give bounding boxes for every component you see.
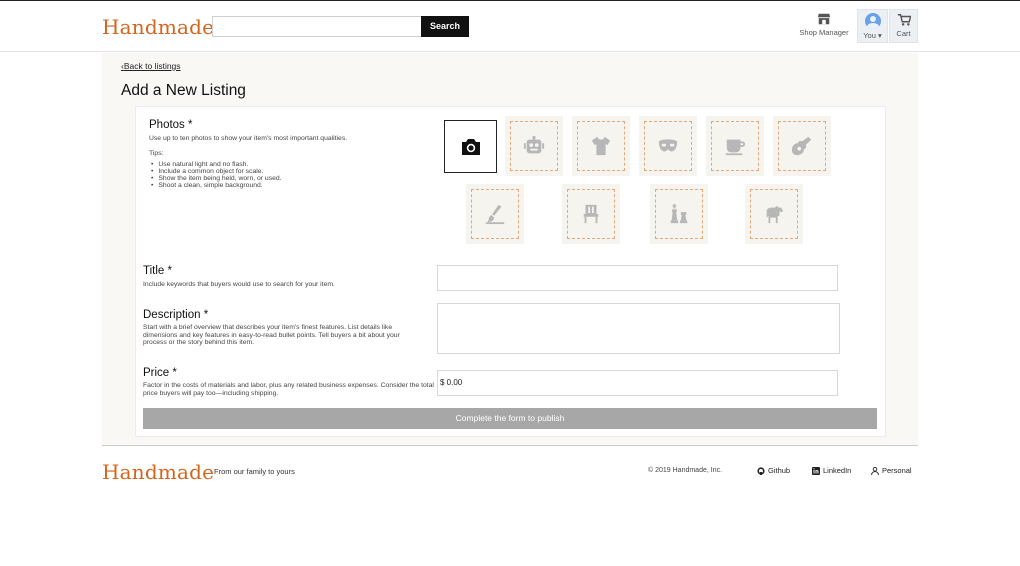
publish-button[interactable]: Complete the form to publish: [143, 408, 877, 429]
avatar: [864, 13, 881, 29]
tip-item: Shoot a clean, simple background.: [151, 182, 282, 189]
price-label: Price *: [143, 367, 177, 379]
price-value: $ 0.00: [440, 378, 463, 387]
robot-icon: [523, 135, 545, 154]
horse-icon: [766, 205, 784, 224]
cart-icon: [897, 14, 911, 26]
description-textarea[interactable]: [437, 303, 840, 354]
linkedin-link[interactable]: LinkedIn: [812, 466, 851, 475]
description-label: Description *: [143, 309, 209, 321]
chess-icon: [670, 203, 688, 224]
photo-slot[interactable]: [562, 184, 620, 244]
chair-icon: [583, 204, 599, 224]
photos-title: Photos *: [149, 119, 193, 131]
cart-label: Cart: [896, 29, 911, 38]
tip-item: Use natural light and no flash.: [151, 161, 282, 168]
photo-slot[interactable]: [773, 116, 831, 176]
description-help: Start with a brief overview that describ…: [143, 324, 400, 346]
linkedin-icon: [812, 466, 820, 475]
github-link-label: Github: [768, 466, 791, 475]
site-logo[interactable]: Handmade: [102, 15, 214, 39]
personal-link-label: Personal: [882, 466, 912, 475]
photo-slot[interactable]: [706, 116, 764, 176]
photo-slot[interactable]: [572, 116, 630, 176]
tshirt-icon: [591, 136, 611, 156]
person-icon: [871, 466, 879, 475]
title-label: Title *: [143, 265, 172, 277]
add-photo-button[interactable]: [444, 120, 497, 173]
photo-slot[interactable]: [466, 184, 524, 244]
you-menu-button[interactable]: You ▾: [857, 9, 888, 43]
back-to-listings-link[interactable]: ‹Back to listings: [121, 61, 181, 71]
mask-icon: [658, 139, 678, 152]
guitar-icon: [791, 136, 812, 156]
linkedin-link-label: LinkedIn: [823, 466, 852, 475]
page-title: Add a New Listing: [121, 82, 246, 99]
photo-slot[interactable]: [650, 184, 708, 244]
github-link[interactable]: Github: [757, 466, 790, 475]
back-link-label: Back to listings: [123, 61, 181, 71]
shop-manager-label: Shop Manager: [799, 28, 849, 37]
price-input[interactable]: [437, 370, 838, 396]
footer-tagline: From our family to yours: [214, 467, 295, 476]
shop-manager-button[interactable]: Shop Manager: [795, 9, 853, 43]
tips-title: Tips:: [149, 150, 164, 157]
footer-divider: [102, 445, 918, 446]
coffee-cup-icon: [725, 139, 746, 156]
camera-icon: [461, 138, 480, 155]
price-description: Factor in the costs of materials and lab…: [143, 382, 434, 397]
search-input[interactable]: [212, 16, 422, 37]
github-icon: [757, 466, 765, 475]
photo-slot[interactable]: [639, 116, 697, 176]
photos-description: Use up to ten photos to show your item's…: [149, 135, 348, 142]
title-description: Include keywords that buyers would use t…: [143, 281, 335, 288]
footer-copyright: © 2019 Handmade, Inc.: [648, 467, 723, 474]
tip-item: Show the item being held, worn, or used.: [151, 175, 281, 182]
title-input[interactable]: [437, 265, 838, 291]
photo-slot[interactable]: [745, 184, 803, 244]
cart-button[interactable]: Cart: [889, 9, 918, 43]
paint-brush-icon: [485, 204, 505, 225]
store-icon: [817, 13, 831, 25]
site-header: Handmade Search Shop Manager You ▾ Cart: [0, 1, 1020, 52]
footer-logo[interactable]: Handmade: [102, 460, 214, 484]
tip-item: Include a common object for scale.: [151, 168, 282, 175]
personal-link[interactable]: Personal: [871, 466, 912, 475]
search-button[interactable]: Search: [421, 16, 469, 37]
you-label: You ▾: [863, 31, 882, 40]
tips-list: Use natural light and no flash. Include …: [151, 161, 282, 189]
photo-slot[interactable]: [505, 116, 563, 176]
